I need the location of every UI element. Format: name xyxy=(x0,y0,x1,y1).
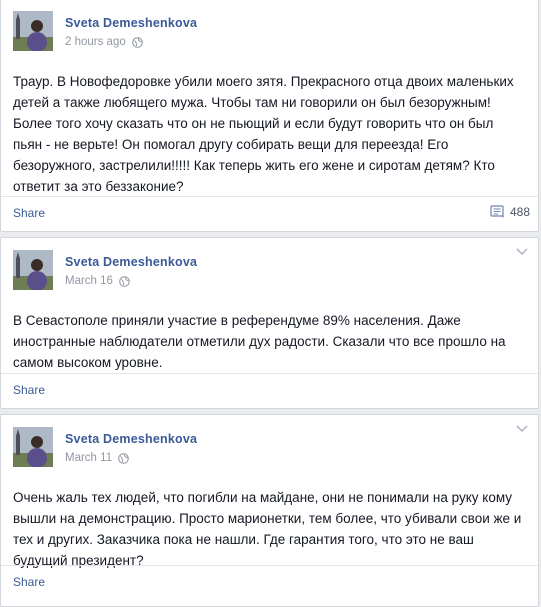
avatar[interactable] xyxy=(13,250,53,290)
globe-icon xyxy=(131,36,143,48)
post-card: Sveta Demeshenkova 2 hours ago Траур. В … xyxy=(0,0,539,232)
share-button[interactable]: Share xyxy=(13,383,45,397)
shares-count[interactable]: 488 xyxy=(490,205,530,219)
post-card: Sveta Demeshenkova March 16 В Севастопол… xyxy=(0,237,539,409)
post-header: Sveta Demeshenkova March 16 xyxy=(1,238,538,296)
post-text: В Севастополе приняли участие в референд… xyxy=(13,313,506,370)
post-meta: March 11 xyxy=(65,452,129,464)
share-button[interactable]: Share xyxy=(13,575,45,589)
post-meta: March 16 xyxy=(65,275,130,287)
author-name[interactable]: Sveta Demeshenkova xyxy=(65,16,197,30)
post-meta: 2 hours ago xyxy=(65,36,143,48)
globe-icon xyxy=(118,452,129,464)
post-footer: Share xyxy=(1,565,538,600)
avatar[interactable] xyxy=(13,11,53,51)
post-footer: Share 488 xyxy=(1,196,538,231)
author-name[interactable]: Sveta Demeshenkova xyxy=(65,255,197,269)
shares-icon xyxy=(490,205,504,218)
avatar[interactable] xyxy=(13,427,53,467)
shares-count-value: 488 xyxy=(509,205,530,219)
post-text: Очень жаль тех людей, что погибли на май… xyxy=(13,490,522,568)
share-button[interactable]: Share xyxy=(13,206,45,220)
chevron-down-icon[interactable] xyxy=(516,248,528,256)
post-timestamp[interactable]: March 11 xyxy=(65,452,112,464)
globe-icon xyxy=(119,275,130,287)
post-timestamp[interactable]: March 16 xyxy=(65,275,113,287)
post-header: Sveta Demeshenkova 2 hours ago xyxy=(1,0,538,57)
post-timestamp[interactable]: 2 hours ago xyxy=(65,36,126,48)
post-text: Траур. В Новофедоровке убили моего зятя.… xyxy=(13,74,514,194)
post-header: Sveta Demeshenkova March 11 xyxy=(1,415,538,473)
post-card: Sveta Demeshenkova March 11 Очень жаль т… xyxy=(0,414,539,607)
news-feed: Sveta Demeshenkova 2 hours ago Траур. В … xyxy=(0,0,541,607)
author-name[interactable]: Sveta Demeshenkova xyxy=(65,432,197,446)
chevron-down-icon[interactable] xyxy=(516,425,528,433)
post-footer: Share xyxy=(1,373,538,408)
